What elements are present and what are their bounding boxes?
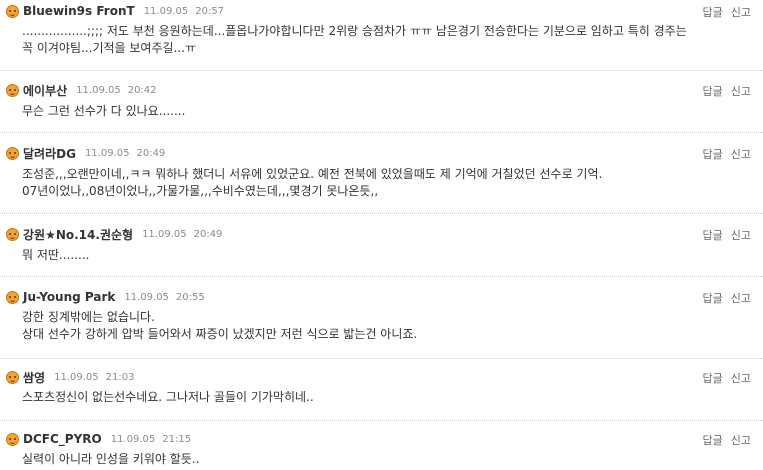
comment-item: DCFC_PYRO 11.09.05 21:15 답글 신고 실력이 아니라 인성을… (0, 431, 763, 470)
comment-divider (0, 358, 763, 359)
comment-item: 강원★No.14.권순형 11.09.05 20:49 답글 신고 뭐 저딴....… (0, 226, 763, 266)
report-link[interactable]: 신고 (731, 372, 751, 385)
comment-author[interactable]: 에이부산 (23, 82, 67, 99)
comment-actions: 답글 신고 (703, 370, 752, 386)
comment-time: 20:42 (127, 84, 157, 96)
comment-date: 11.09.05 (124, 291, 169, 303)
comment-date: 11.09.05 (54, 371, 99, 383)
report-link[interactable]: 신고 (731, 434, 751, 447)
comment-divider (0, 420, 763, 421)
report-link[interactable]: 신고 (731, 148, 751, 161)
comment-item: Ju-Young Park 11.09.05 20:55 답글 신고 강한 징계밖에… (0, 289, 763, 345)
reply-link[interactable]: 답글 (703, 434, 723, 447)
comment-header: 달려라DG 11.09.05 20:49 (6, 145, 165, 161)
comment-line: 07년이었나,,08년이었나,,가물가물,,,수비수였는데,,,몇경기 못나온듯… (22, 184, 379, 198)
comment-body: 강한 징계밖에는 없습니다. 상대 선수가 강하게 압박 들어와서 짜증이 났겠… (22, 309, 735, 343)
comment-line: 상대 선수가 강하게 압박 들어와서 짜증이 났겠지만 저런 식으로 밟는건 아… (22, 327, 418, 341)
comment-author[interactable]: 쌈영 (23, 369, 45, 386)
comment-header: 강원★No.14.권순형 11.09.05 20:49 (6, 226, 222, 242)
comment-actions: 답글 신고 (703, 83, 752, 99)
comment-date: 11.09.05 (84, 147, 130, 159)
smiley-avatar-icon (6, 146, 19, 160)
comment-time: 20:55 (175, 291, 205, 303)
comment-header: 쌈영 11.09.05 21:03 (6, 369, 134, 385)
comment-divider (0, 70, 763, 71)
comment-divider (0, 132, 763, 133)
comment-timestamp: 11.09.05 20:42 (76, 85, 156, 96)
comment-time: 20:49 (193, 228, 223, 240)
comment-author[interactable]: DCFC_PYRO (23, 432, 102, 446)
comment-timestamp: 11.09.05 20:57 (144, 6, 224, 17)
comment-time: 21:03 (105, 371, 135, 383)
comment-time: 20:49 (136, 147, 166, 159)
comment-timestamp: 11.09.05 20:49 (142, 229, 222, 240)
reply-link[interactable]: 답글 (703, 229, 723, 242)
comment-author[interactable]: 달려라DG (23, 145, 76, 162)
comment-line: 꼭 이겨야팀...기적을 보여주길...ㅠ (22, 41, 197, 55)
reply-link[interactable]: 답글 (703, 85, 723, 98)
comment-actions: 답글 신고 (703, 4, 752, 20)
comment-item: Bluewin9s FronT 11.09.05 20:57 답글 신고 .....… (0, 3, 763, 58)
comment-header: Bluewin9s FronT 11.09.05 20:57 (6, 3, 224, 19)
report-link[interactable]: 신고 (731, 229, 751, 242)
comment-date: 11.09.05 (76, 84, 121, 96)
comment-body: 실력이 아니라 인성을 키워야 할듯.. (22, 451, 735, 468)
comment-line: 조성준,,,오랜만이네,,ㅋㅋ 뭐하나 했더니 서유에 있었군요. 예전 전북에… (22, 167, 603, 181)
comment-date: 11.09.05 (142, 228, 187, 240)
comment-header: 에이부산 11.09.05 20:42 (6, 82, 157, 98)
reply-link[interactable]: 답글 (703, 372, 723, 385)
comment-divider (0, 213, 763, 214)
comment-divider (0, 276, 763, 277)
report-link[interactable]: 신고 (731, 6, 751, 19)
comment-timestamp: 11.09.05 21:03 (54, 372, 134, 383)
comment-actions: 답글 신고 (703, 146, 752, 162)
reply-link[interactable]: 답글 (703, 292, 723, 305)
comment-body: 스포츠정신이 없는선수네요. 그나저나 골들이 기가막히네.. (22, 389, 735, 406)
comment-actions: 답글 신고 (703, 290, 752, 306)
smiley-avatar-icon (6, 83, 19, 97)
comment-item: 달려라DG 11.09.05 20:49 답글 신고 조성준,,,오랜만이네,,ㅋㅋ… (0, 145, 763, 201)
comment-timestamp: 11.09.05 20:49 (85, 148, 165, 159)
comment-author[interactable]: Bluewin9s FronT (23, 4, 135, 18)
comment-body: 무슨 그런 선수가 다 있나요....... (22, 103, 735, 120)
comment-list: Bluewin9s FronT 11.09.05 20:57 답글 신고 .....… (0, 0, 763, 470)
comment-author[interactable]: 강원★No.14.권순형 (23, 226, 133, 243)
smiley-avatar-icon (6, 4, 19, 18)
smiley-avatar-icon (6, 227, 19, 241)
comment-time: 21:15 (162, 433, 192, 445)
comment-body: 조성준,,,오랜만이네,,ㅋㅋ 뭐하나 했더니 서유에 있었군요. 예전 전북에… (22, 166, 735, 200)
comment-author[interactable]: Ju-Young Park (23, 290, 115, 304)
comment-date: 11.09.05 (110, 433, 156, 445)
reply-link[interactable]: 답글 (703, 6, 723, 19)
smiley-avatar-icon (6, 432, 19, 446)
comment-header: Ju-Young Park 11.09.05 20:55 (6, 289, 205, 305)
comment-timestamp: 11.09.05 21:15 (111, 434, 191, 445)
comment-line: .................;;;; 저도 부천 응원하는데...플옵나가… (22, 24, 687, 38)
comment-timestamp: 11.09.05 20:55 (124, 292, 204, 303)
comment-item: 쌈영 11.09.05 21:03 답글 신고 스포츠정신이 없는선수네요. 그나저… (0, 369, 763, 409)
smiley-avatar-icon (6, 290, 19, 304)
comment-line: 스포츠정신이 없는선수네요. 그나저나 골들이 기가막히네.. (22, 390, 314, 404)
comment-line: 무슨 그런 선수가 다 있나요....... (22, 104, 186, 118)
comment-time: 20:57 (195, 5, 225, 17)
smiley-avatar-icon (6, 370, 19, 384)
comment-date: 11.09.05 (143, 5, 189, 17)
comment-actions: 답글 신고 (703, 227, 752, 243)
comment-actions: 답글 신고 (703, 432, 752, 448)
comment-line: 뭐 저딴........ (22, 248, 90, 262)
reply-link[interactable]: 답글 (703, 148, 723, 161)
comment-line: 강한 징계밖에는 없습니다. (22, 310, 155, 324)
comment-body: 뭐 저딴........ (22, 247, 735, 264)
comment-item: 에이부산 11.09.05 20:42 답글 신고 무슨 그런 선수가 다 있나요.… (0, 82, 763, 122)
report-link[interactable]: 신고 (731, 85, 751, 98)
comment-line: 실력이 아니라 인성을 키워야 할듯.. (22, 452, 200, 466)
report-link[interactable]: 신고 (731, 292, 751, 305)
comment-header: DCFC_PYRO 11.09.05 21:15 (6, 431, 191, 447)
comment-body: .................;;;; 저도 부천 응원하는데...플옵나가… (22, 23, 735, 57)
